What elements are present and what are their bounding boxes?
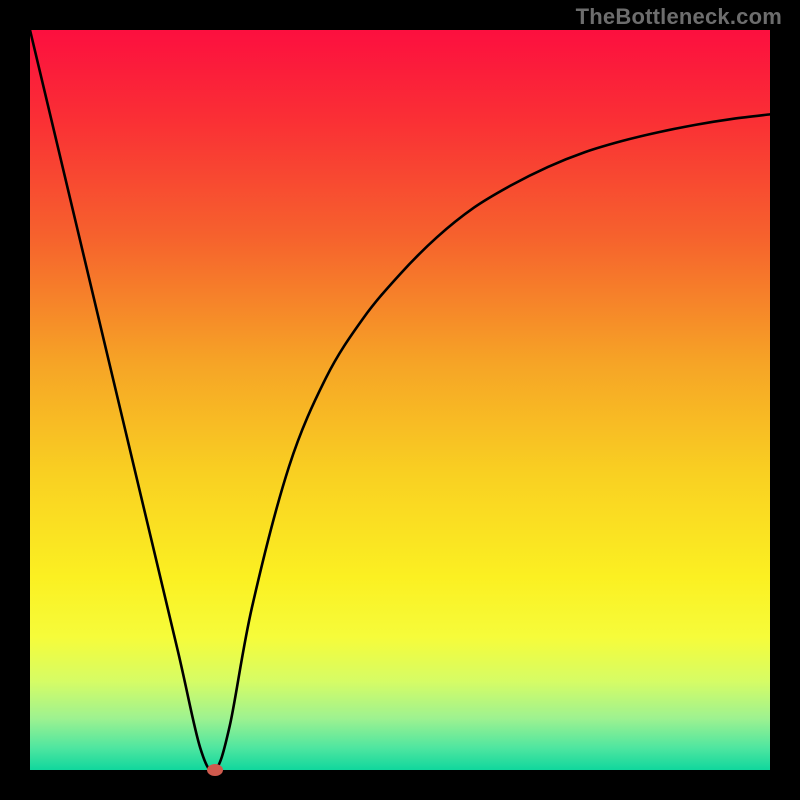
bottleneck-chart xyxy=(0,0,800,800)
plot-area xyxy=(30,30,770,770)
watermark-label: TheBottleneck.com xyxy=(576,4,782,30)
chart-container: TheBottleneck.com xyxy=(0,0,800,800)
optimal-marker xyxy=(207,764,223,776)
